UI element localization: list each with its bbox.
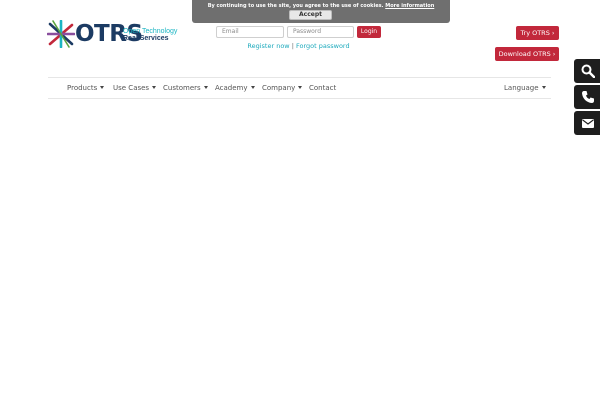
side-search-button[interactable] [574, 59, 600, 83]
otrs-logo-mark [47, 20, 75, 48]
login-links: Register now | Forgot password [216, 42, 381, 50]
side-phone-button[interactable] [574, 85, 600, 109]
logo-tagline-line1: Open Technology [123, 28, 178, 35]
nav-contact[interactable]: Contact [309, 83, 336, 93]
side-mail-button[interactable] [574, 111, 600, 135]
more-information-link[interactable]: More information [385, 3, 434, 9]
nav-label: Customers [163, 84, 201, 92]
link-separator: | [291, 42, 294, 50]
nav-label: Use Cases [113, 84, 150, 92]
caret-down-icon [100, 86, 105, 89]
download-otrs-button[interactable]: Download OTRS › [495, 47, 559, 61]
nav-divider-top [48, 77, 551, 78]
email-field[interactable]: Email [216, 26, 284, 38]
register-link[interactable]: Register now [247, 42, 289, 50]
nav-customers[interactable]: Customers [163, 83, 208, 93]
logo-tagline: Open Technology Real Services [123, 28, 177, 42]
caret-down-icon [541, 86, 546, 89]
caret-down-icon [152, 86, 157, 89]
nav-use-cases[interactable]: Use Cases [113, 83, 157, 93]
cookie-text: By continuing to use the site, you agree… [207, 3, 384, 9]
nav-label: Company [262, 84, 296, 92]
caret-down-icon [298, 86, 303, 89]
mail-icon [582, 119, 594, 128]
accept-cookies-button[interactable]: Accept [289, 10, 332, 20]
nav-divider-bottom [48, 98, 551, 99]
caret-down-icon [250, 86, 255, 89]
login-button[interactable]: Login [357, 26, 381, 38]
nav-label: Academy [215, 84, 248, 92]
logo-tagline-line2: Real Services [123, 35, 169, 42]
otrs-logo[interactable]: OTRS Open Technology Real Services [47, 20, 182, 50]
nav-label: Language [504, 84, 539, 92]
nav-label: Contact [309, 84, 337, 92]
nav-label: Products [67, 84, 98, 92]
nav-company[interactable]: Company [262, 83, 303, 93]
nav-language[interactable]: Language [504, 83, 546, 93]
password-field[interactable]: Password [287, 26, 354, 38]
search-icon [581, 64, 595, 78]
caret-down-icon [203, 86, 208, 89]
nav-products[interactable]: Products [67, 83, 105, 93]
try-otrs-button[interactable]: Try OTRS › [516, 26, 559, 40]
phone-icon [582, 91, 594, 103]
forgot-password-link[interactable]: Forgot password [296, 42, 350, 50]
nav-academy[interactable]: Academy [215, 83, 255, 93]
cookie-message: By continuing to use the site, you agree… [192, 3, 450, 9]
